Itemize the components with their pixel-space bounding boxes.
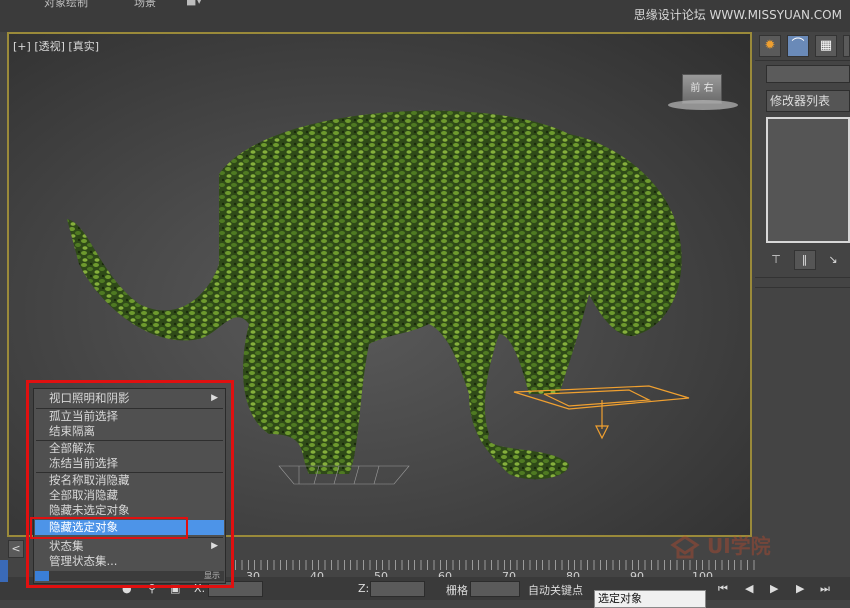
camera-icon[interactable]: ■▾ <box>186 0 202 7</box>
command-panel: ✹ ⌒ ▦ 修改器列表 ⊤ ‖ ↘ <box>755 32 850 577</box>
viewcube-ring[interactable] <box>668 100 738 110</box>
pin-stack-icon[interactable]: ⊤ <box>766 251 786 269</box>
top-menu-bar: 对象绘制 场景 ■▾ 思缘设计论坛 WWW.MISSYUAN.COM <box>0 0 850 32</box>
hierarchy-icon[interactable]: ▦ <box>815 35 837 57</box>
go-to-end-icon[interactable]: ⏭ <box>820 582 830 596</box>
bend-icon[interactable]: ⌒ <box>787 35 809 57</box>
viewport-pov-menu[interactable]: [透视] <box>34 40 65 53</box>
make-unique-icon[interactable]: ↘ <box>823 251 843 269</box>
z-coordinate-field[interactable] <box>370 581 425 597</box>
timeline-prev-button[interactable]: < <box>8 540 24 558</box>
show-end-result-icon[interactable]: ‖ <box>793 250 816 270</box>
auto-key-button[interactable]: 自动关键点 <box>528 582 583 598</box>
site-watermark: 思缘设计论坛 WWW.MISSYUAN.COM <box>633 8 842 22</box>
stack-tools: ⊤ ‖ ↘ <box>766 250 850 270</box>
site-logo-watermark: UI学院 <box>670 530 840 580</box>
viewport-plus-menu[interactable]: [+] <box>13 40 31 53</box>
go-to-start-icon[interactable]: ⏮ <box>718 582 728 596</box>
object-name-field[interactable] <box>766 65 850 83</box>
play-icon[interactable]: ▶ <box>770 582 778 595</box>
grid-value-field[interactable] <box>470 581 520 597</box>
modifier-stack[interactable] <box>766 117 850 243</box>
menu-populate[interactable]: 场景 <box>134 0 156 10</box>
prev-frame-icon[interactable]: ◀ <box>745 582 753 595</box>
site-logo-text: UI学院 <box>706 534 771 558</box>
viewport-shading-menu[interactable]: [真实] <box>68 40 99 53</box>
z-label: Z: <box>358 582 370 595</box>
next-frame-icon[interactable]: ▶ <box>796 582 804 595</box>
viewcube[interactable]: 前 右 <box>664 72 744 112</box>
sun-icon[interactable]: ✹ <box>759 35 781 57</box>
left-edge-tool[interactable] <box>0 560 8 582</box>
grid-label: 栅格 <box>446 584 468 597</box>
viewport-label: [+] [透视] [真实] <box>13 38 99 54</box>
key-filter-dropdown[interactable]: 选定对象 <box>594 590 706 608</box>
more-tabs-icon[interactable] <box>843 35 850 57</box>
annotation-item-highlight <box>30 517 188 539</box>
modifier-list-dropdown[interactable]: 修改器列表 <box>766 90 850 112</box>
menu-object-paint[interactable]: 对象绘制 <box>44 0 88 10</box>
annotation-highlight-box <box>26 380 234 588</box>
